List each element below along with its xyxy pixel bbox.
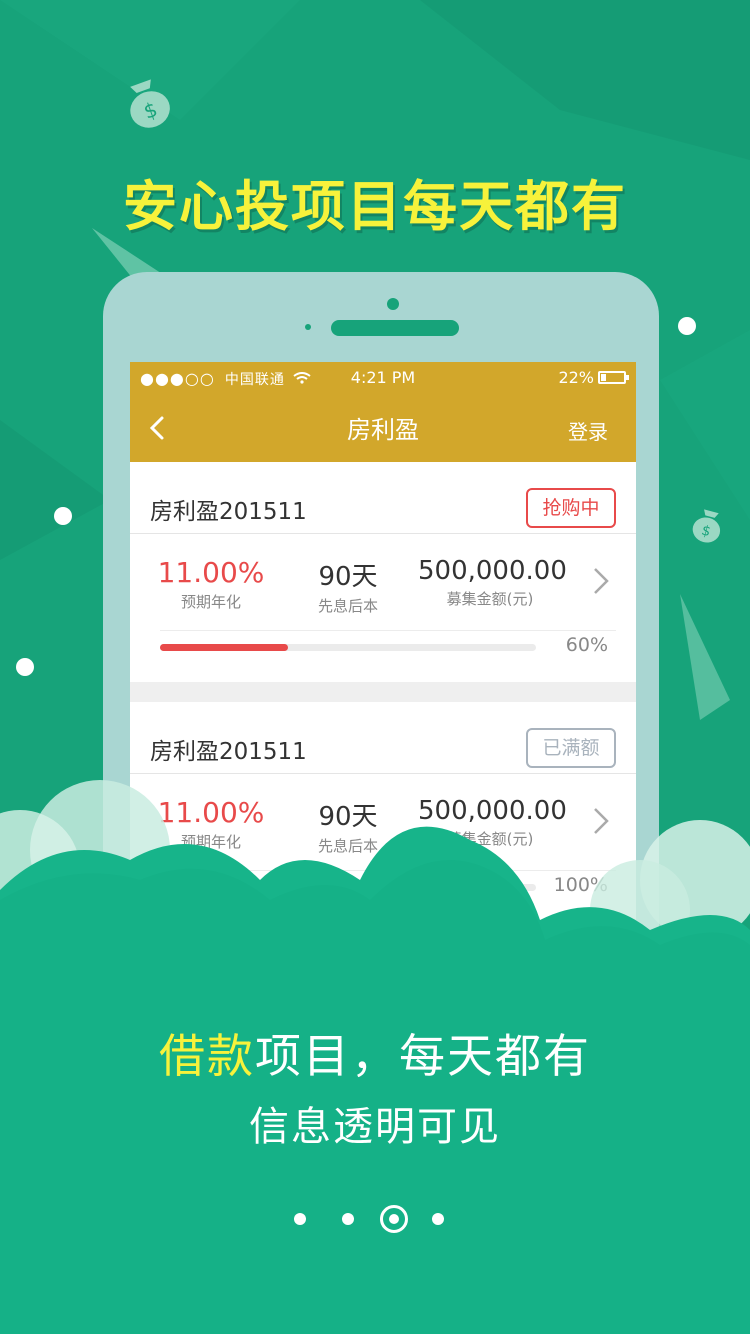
decor-dot (678, 317, 696, 335)
status-badge: 抢购中 (526, 488, 616, 528)
tagline-line1: 借款项目，每天都有 (0, 1020, 750, 1086)
product-card-body: 11.00% 预期年化 90天 先息后本 500,000.00 募集金额(元) … (130, 774, 636, 922)
login-button[interactable]: 登录 (568, 416, 608, 445)
page-dot[interactable] (294, 1213, 306, 1225)
chevron-right-icon[interactable] (592, 806, 610, 836)
money-bag-icon: $ (130, 79, 170, 128)
term-label: 先息后本 (317, 837, 378, 855)
product-name: 房利盈201511 (150, 499, 307, 525)
page-dot[interactable] (432, 1213, 444, 1225)
product-card-header: 房利盈201511 抢购中 (130, 462, 636, 534)
rate-metric: 11.00% 预期年化 (156, 556, 266, 612)
rate-metric: 11.00% 预期年化 (156, 796, 266, 852)
status-badge: 已满额 (526, 728, 616, 768)
decor-dot (16, 658, 34, 676)
progress-bar (160, 644, 536, 651)
battery-icon (598, 371, 629, 384)
status-bar: ●●●○○ 中国联通 4:21 PM 22% (130, 362, 636, 394)
amount-value: 500,000.00 (418, 556, 567, 586)
amount-metric: 500,000.00 募集金额(元) (418, 556, 567, 609)
term-label: 先息后本 (317, 597, 378, 615)
product-card[interactable]: 房利盈201511 抢购中 11.00% 预期年化 90天 先息后本 500,0… (130, 462, 636, 682)
phone-camera (387, 298, 399, 310)
card-gap (130, 682, 636, 702)
phone-sensor (305, 324, 311, 330)
product-name: 房利盈201511 (150, 739, 307, 765)
page-dot[interactable] (380, 1205, 408, 1233)
tagline-rest: 项目，每天都有 (255, 1029, 591, 1083)
product-card-body: 11.00% 预期年化 90天 先息后本 500,000.00 募集金额(元) … (130, 534, 636, 682)
amount-metric: 500,000.00 募集金额(元) (418, 796, 567, 849)
progress-text: 100% (553, 874, 608, 896)
phone-screen: ●●●○○ 中国联通 4:21 PM 22% 房利盈 登录 房利盈201511 … (130, 362, 636, 1002)
progress-fill (160, 644, 288, 651)
page-indicator[interactable] (0, 1204, 750, 1234)
phone-speaker (331, 320, 459, 336)
amount-value: 500,000.00 (418, 796, 567, 826)
money-bag-icon: $ (692, 509, 721, 543)
product-list: 房利盈201511 抢购中 11.00% 预期年化 90天 先息后本 500,0… (130, 462, 636, 922)
amount-label: 募集金额(元) (446, 830, 534, 848)
rate-label: 预期年化 (180, 593, 241, 611)
page-dot[interactable] (342, 1213, 354, 1225)
chevron-right-icon[interactable] (592, 566, 610, 596)
rate-label: 预期年化 (180, 833, 241, 851)
tagline-highlight: 借款 (159, 1029, 255, 1083)
product-card[interactable]: 房利盈201511 已满额 11.00% 预期年化 90天 先息后本 500,0… (130, 702, 636, 922)
amount-label: 募集金额(元) (446, 590, 534, 608)
rate-value: 11.00% (157, 556, 265, 589)
battery-indicator: 22% (558, 368, 629, 387)
term-metric: 90天 先息后本 (308, 556, 388, 616)
divider (160, 630, 616, 631)
term-value: 90天 (318, 562, 378, 592)
progress-fill (160, 884, 371, 891)
headline: 安心投项目每天都有 (123, 175, 627, 238)
phone-mockup: ●●●○○ 中国联通 4:21 PM 22% 房利盈 登录 房利盈201511 … (103, 272, 659, 1002)
decor-dot (54, 507, 72, 525)
rate-value: 11.00% (157, 796, 265, 829)
divider (160, 870, 616, 871)
nav-bar: 房利盈 登录 (130, 394, 636, 462)
battery-percent: 22% (558, 368, 594, 387)
term-value: 90天 (318, 802, 378, 832)
term-metric: 90天 先息后本 (308, 796, 388, 856)
progress-bar (160, 884, 536, 891)
tagline-line2: 信息透明可见 (249, 1104, 501, 1150)
product-card-header: 房利盈201511 已满额 (130, 702, 636, 774)
progress-text: 60% (565, 634, 608, 656)
nav-title: 房利盈 (347, 416, 419, 444)
